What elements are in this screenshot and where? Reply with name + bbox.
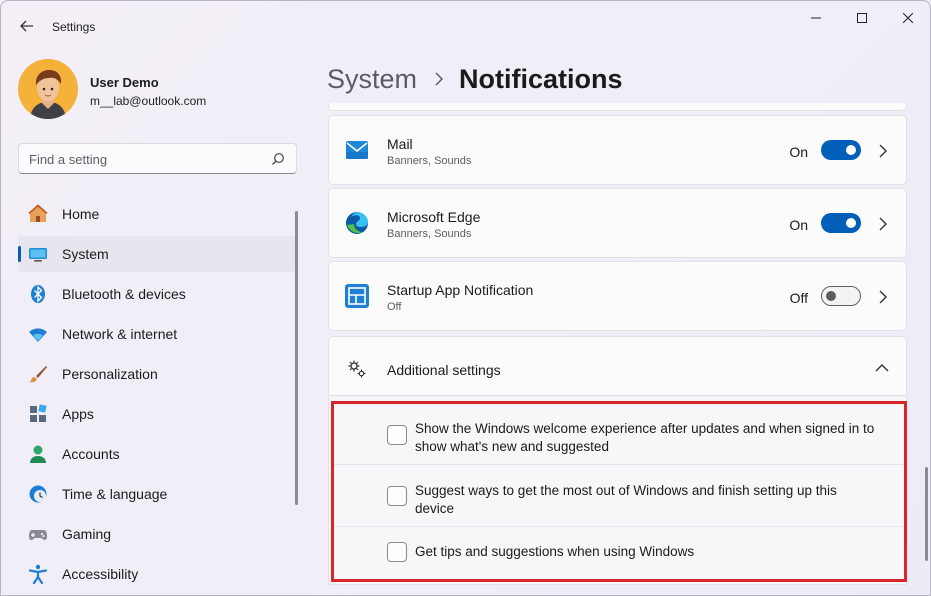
sidebar-item-personalization[interactable]: Personalization <box>18 356 297 392</box>
chevron-right-icon[interactable] <box>878 144 888 158</box>
apps-icon <box>30 404 47 422</box>
toggle-state-label: Off <box>789 290 808 306</box>
app-notification-row-mail[interactable]: Mail Banners, Sounds On <box>328 115 907 185</box>
sidebar-item-bluetooth[interactable]: Bluetooth & devices <box>18 276 297 312</box>
app-name: Microsoft Edge <box>387 209 481 225</box>
back-button[interactable] <box>13 12 41 40</box>
sidebar-item-label: Bluetooth & devices <box>62 286 186 302</box>
app-notification-types: Banners, Sounds <box>387 155 472 167</box>
sidebar-item-network[interactable]: Network & internet <box>18 316 297 352</box>
user-avatar-icon <box>18 59 78 119</box>
toggle-knob <box>826 291 836 301</box>
back-arrow-icon <box>20 20 33 32</box>
settings-window: Settings User Demo m__lab@outlook.com Fi… <box>0 0 931 596</box>
edge-notifications-toggle[interactable] <box>821 213 861 233</box>
checkbox-option-tips[interactable]: Get tips and suggestions when using Wind… <box>334 527 904 579</box>
close-icon <box>903 13 913 23</box>
additional-settings-label: Additional settings <box>387 362 501 378</box>
sidebar-item-label: Time & language <box>62 486 168 502</box>
checkbox-label: Suggest ways to get the most out of Wind… <box>415 483 837 516</box>
app-name: Mail <box>387 136 413 152</box>
breadcrumb-parent[interactable]: System <box>327 64 417 95</box>
startup-notifications-toggle[interactable] <box>821 286 861 306</box>
accounts-icon <box>30 445 46 463</box>
sidebar-scrollbar[interactable] <box>295 211 298 505</box>
checkbox-option-welcome-experience[interactable]: Show the Windows welcome experience afte… <box>334 405 904 463</box>
app-title: Settings <box>52 20 96 34</box>
sidebar-item-home[interactable]: Home <box>18 196 297 232</box>
sidebar-item-label: Gaming <box>62 526 112 542</box>
user-email: m__lab@outlook.com <box>90 94 207 108</box>
sidebar-item-label: Accessibility <box>62 566 139 582</box>
bluetooth-icon <box>31 285 45 303</box>
toggle-state-label: On <box>789 144 808 160</box>
toggle-state-label: On <box>789 217 808 233</box>
sidebar-item-apps[interactable]: Apps <box>18 396 297 432</box>
checkbox[interactable] <box>387 486 407 506</box>
sidebar-item-time-language[interactable]: Time & language <box>18 476 297 512</box>
sidebar-item-label: Network & internet <box>62 326 178 342</box>
mail-icon <box>346 141 368 159</box>
avatar[interactable] <box>18 59 78 119</box>
title-bar: Settings <box>1 1 930 49</box>
sidebar-item-accessibility[interactable]: Accessibility <box>18 556 297 592</box>
maximize-button[interactable] <box>839 7 885 29</box>
chevron-right-icon[interactable] <box>878 290 888 304</box>
checkbox[interactable] <box>387 542 407 562</box>
chevron-right-icon[interactable] <box>878 217 888 231</box>
previous-card-edge <box>328 103 907 111</box>
checkbox-label: Get tips and suggestions when using Wind… <box>415 544 695 559</box>
startup-app-icon <box>345 284 369 308</box>
search-icon[interactable] <box>271 152 285 166</box>
user-name: User Demo <box>90 75 159 90</box>
sidebar-item-accounts[interactable]: Accounts <box>18 436 297 472</box>
sidebar-item-label: Personalization <box>62 366 158 382</box>
brush-icon <box>29 366 47 383</box>
breadcrumb: System Notifications <box>327 61 623 97</box>
gamepad-icon <box>29 530 47 540</box>
toggle-knob <box>846 218 856 228</box>
system-icon <box>29 248 47 262</box>
minimize-icon <box>811 17 821 19</box>
sidebar-item-label: Home <box>62 206 100 222</box>
app-notification-types: Banners, Sounds <box>387 228 472 240</box>
toggle-knob <box>846 145 856 155</box>
search-input[interactable] <box>29 150 259 168</box>
minimize-button[interactable] <box>793 7 839 29</box>
page-title: Notifications <box>459 63 623 94</box>
app-name: Startup App Notification <box>387 282 534 298</box>
sidebar-item-label: System <box>62 246 109 262</box>
app-notification-row-startup[interactable]: Startup App Notification Off Off <box>328 261 907 331</box>
wifi-icon <box>29 328 47 342</box>
sidebar-nav: Home System Bluetooth & devices Network … <box>18 196 297 595</box>
chevron-right-icon <box>435 72 444 86</box>
chevron-up-icon[interactable] <box>875 363 889 373</box>
sidebar-item-gaming[interactable]: Gaming <box>18 516 297 552</box>
app-notification-row-edge[interactable]: Microsoft Edge Banners, Sounds On <box>328 188 907 258</box>
mail-notifications-toggle[interactable] <box>821 140 861 160</box>
edge-icon <box>346 211 368 234</box>
gear-icon <box>348 360 366 378</box>
checkbox[interactable] <box>387 425 407 445</box>
maximize-icon <box>857 13 867 23</box>
sidebar-item-label: Accounts <box>62 446 120 462</box>
close-button[interactable] <box>885 7 930 29</box>
checkbox-label: Show the Windows welcome experience afte… <box>415 421 875 454</box>
sidebar-item-system[interactable]: System <box>18 236 297 272</box>
additional-settings-header[interactable]: Additional settings <box>328 336 907 396</box>
accessibility-icon <box>28 564 48 584</box>
clock-globe-icon <box>29 485 47 503</box>
sidebar-item-label: Apps <box>62 406 94 422</box>
search-box[interactable] <box>18 143 297 174</box>
checkbox-option-suggest-setup[interactable]: Suggest ways to get the most out of Wind… <box>334 465 904 525</box>
main-scrollbar[interactable] <box>925 467 928 561</box>
home-icon <box>28 204 48 222</box>
app-notification-types: Off <box>387 301 402 313</box>
